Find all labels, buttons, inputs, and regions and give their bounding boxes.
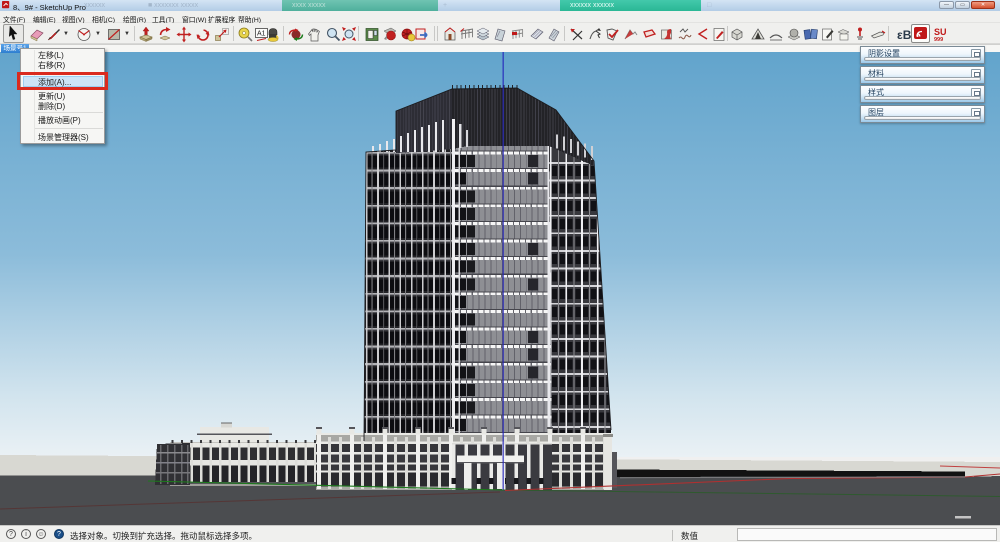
svg-text:999: 999 bbox=[934, 37, 943, 43]
svg-text:εB: εB bbox=[897, 28, 912, 42]
svg-text:SU: SU bbox=[934, 27, 947, 37]
